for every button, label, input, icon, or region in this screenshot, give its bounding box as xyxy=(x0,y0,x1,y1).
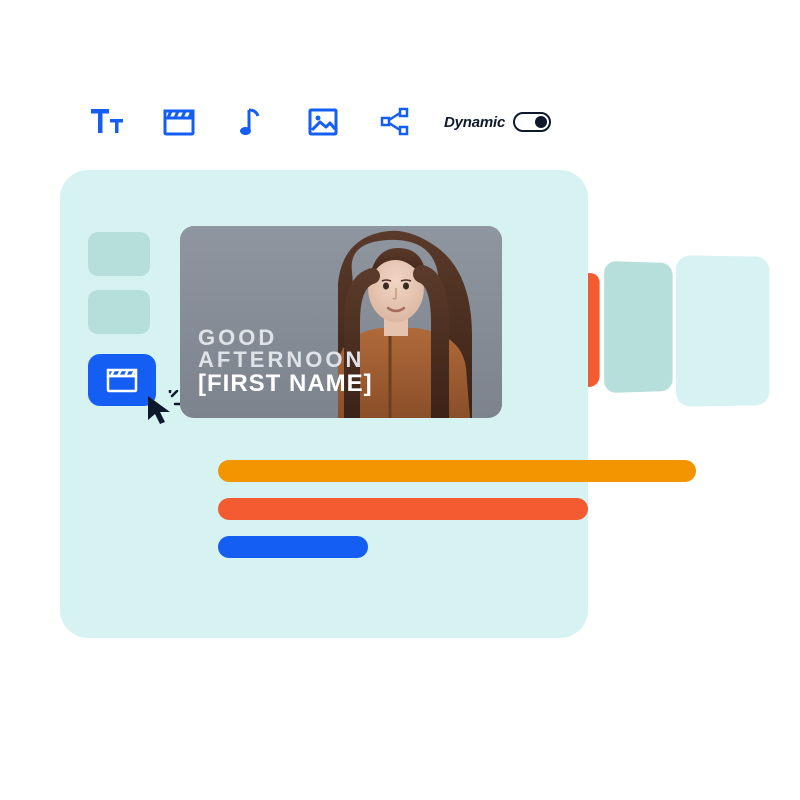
image-icon xyxy=(308,108,338,136)
timeline-track[interactable] xyxy=(218,460,696,482)
image-tool-button[interactable] xyxy=(306,105,340,139)
preview-carousel-card-2[interactable] xyxy=(604,261,672,393)
share-tool-button[interactable] xyxy=(378,105,412,139)
editor-panel: GOOD AFTERNOON [FIRST NAME] xyxy=(60,170,588,638)
scene-thumbnail-active[interactable] xyxy=(88,354,156,406)
scene-tool-button[interactable] xyxy=(162,105,196,139)
scene-thumbnail[interactable] xyxy=(88,290,150,334)
clapperboard-icon xyxy=(163,108,195,136)
text-tool-button[interactable] xyxy=(90,105,124,139)
scene-thumbnail-list xyxy=(88,232,150,334)
overlay-greeting-line1: GOOD xyxy=(198,327,373,349)
clapperboard-icon xyxy=(105,366,139,394)
overlay-name-placeholder: [FIRST NAME] xyxy=(198,372,373,396)
timeline-track[interactable] xyxy=(218,498,588,520)
dynamic-toggle[interactable] xyxy=(513,112,551,132)
dynamic-toggle-label: Dynamic xyxy=(444,114,505,131)
timeline-track[interactable] xyxy=(218,536,368,558)
timeline-tracks xyxy=(218,460,696,558)
music-tool-button[interactable] xyxy=(234,105,268,139)
share-icon xyxy=(380,107,410,137)
preview-carousel-card-3[interactable] xyxy=(676,255,769,406)
text-tool-icon xyxy=(90,107,124,137)
music-note-icon xyxy=(239,106,263,138)
overlay-greeting-line2: AFTERNOON xyxy=(198,349,373,371)
scene-thumbnail[interactable] xyxy=(88,232,150,276)
video-preview[interactable]: GOOD AFTERNOON [FIRST NAME] xyxy=(180,226,502,418)
video-overlay-text: GOOD AFTERNOON [FIRST NAME] xyxy=(198,327,373,396)
editor-toolbar: Dynamic xyxy=(90,105,551,139)
dynamic-toggle-group: Dynamic xyxy=(444,112,551,132)
